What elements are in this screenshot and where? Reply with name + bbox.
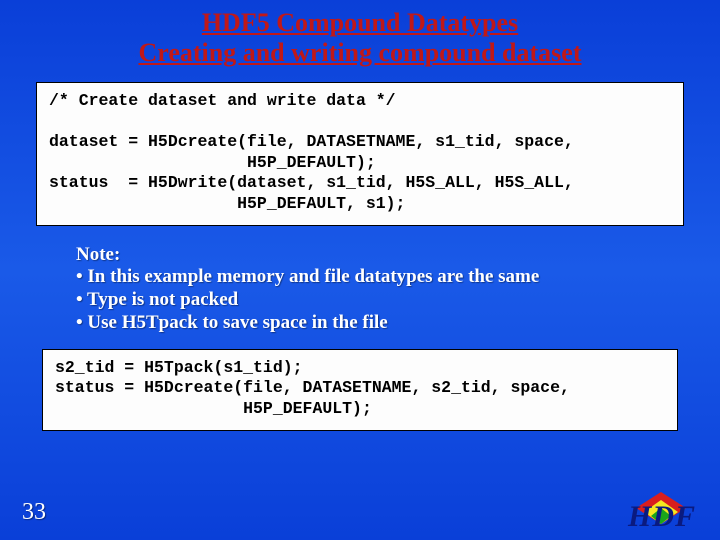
note-heading: Note: bbox=[76, 244, 720, 267]
slide-number: 33 bbox=[22, 499, 46, 526]
note-bullet-2: • Type is not packed bbox=[76, 289, 720, 312]
note-block: Note: • In this example memory and file … bbox=[76, 244, 720, 335]
title-line2: Creating and writing compound dataset bbox=[0, 38, 720, 68]
slide-title: HDF5 Compound Datatypes Creating and wri… bbox=[0, 0, 720, 68]
title-line1: HDF5 Compound Datatypes bbox=[202, 8, 518, 37]
hdf-logo-text: HDF bbox=[628, 500, 696, 534]
note-bullet-3: • Use H5Tpack to save space in the file bbox=[76, 312, 720, 335]
code-block-1: /* Create dataset and write data */ data… bbox=[36, 82, 684, 226]
code-block-2: s2_tid = H5Tpack(s1_tid); status = H5Dcr… bbox=[42, 349, 678, 431]
note-bullet-1: • In this example memory and file dataty… bbox=[76, 266, 720, 289]
